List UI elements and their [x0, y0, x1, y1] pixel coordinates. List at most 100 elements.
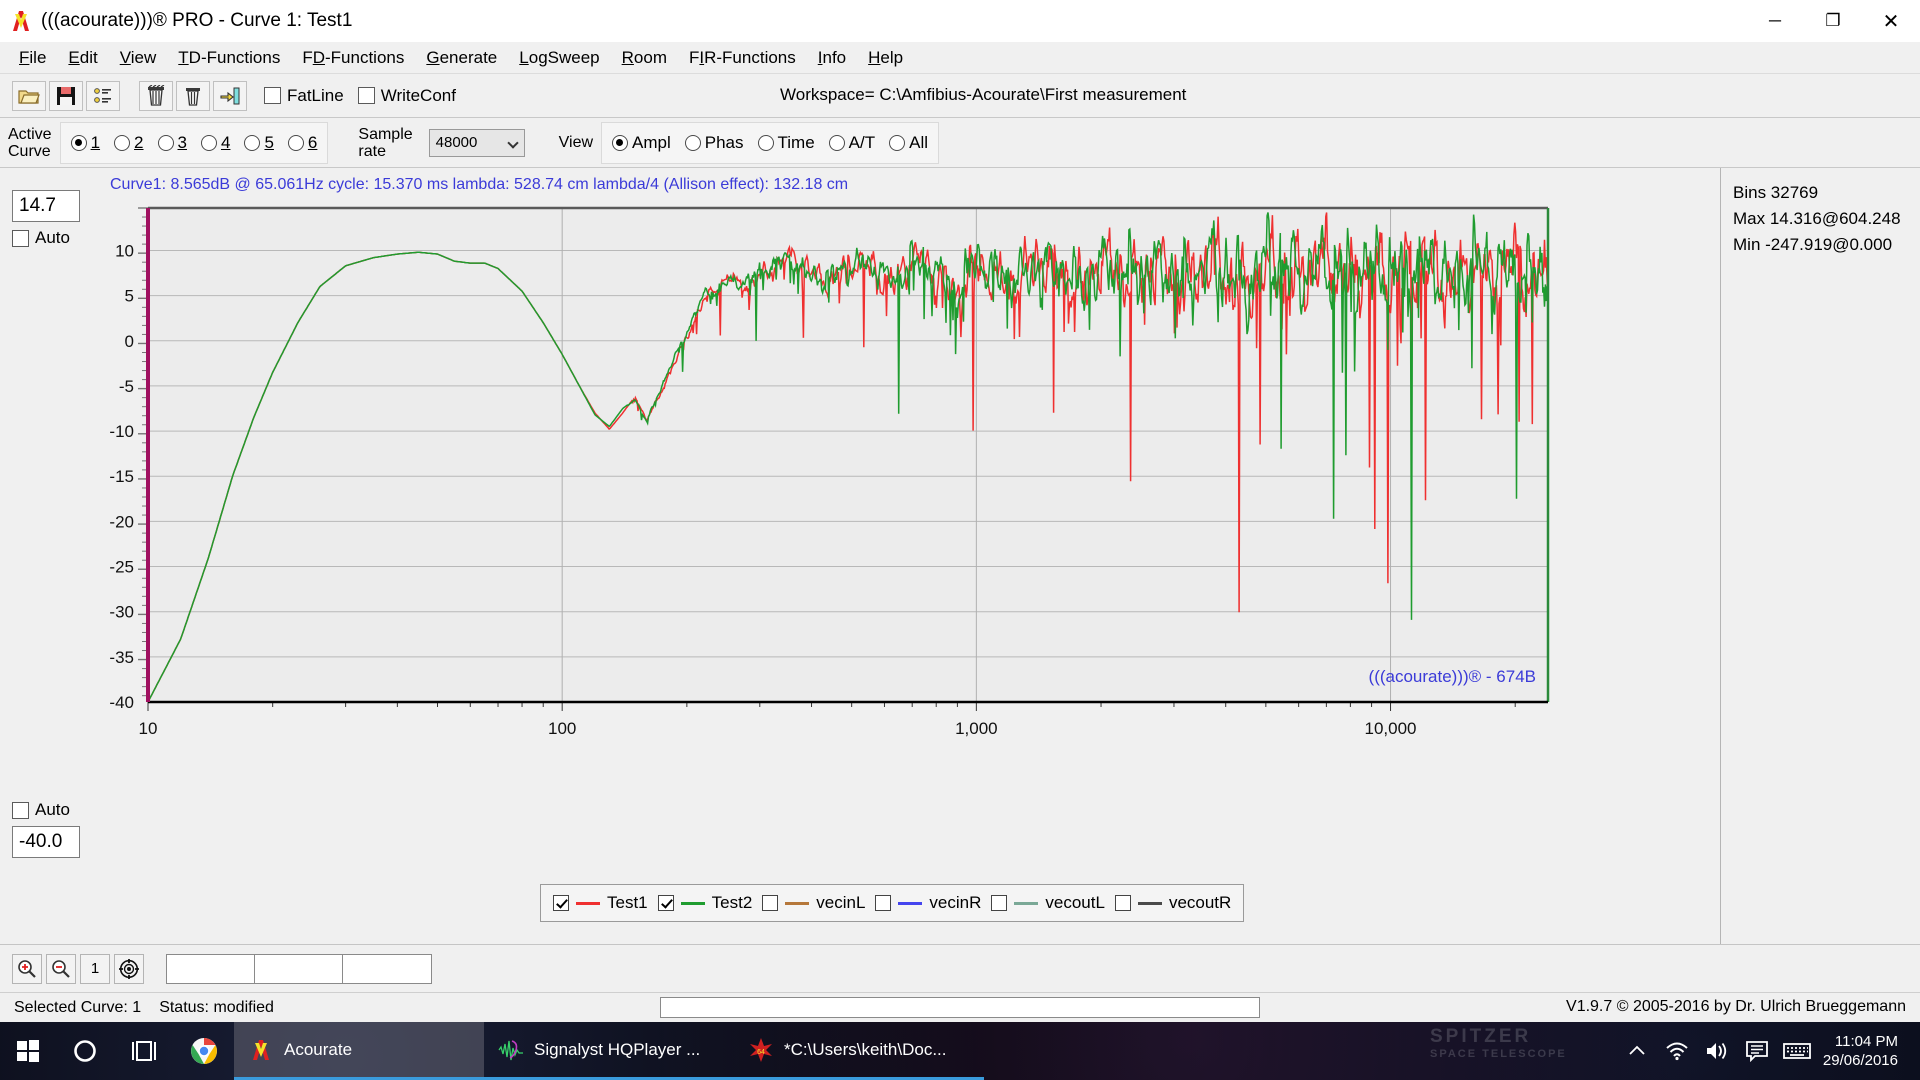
crosshair-target-button[interactable] — [114, 954, 144, 984]
legend-item-test1[interactable]: Test1 — [553, 893, 648, 913]
fatline-checkbox-wrapper[interactable]: FatLine — [264, 86, 344, 106]
close-button[interactable]: ✕ — [1862, 0, 1920, 42]
taskbar-app-foobar[interactable]: 64 *C:\Users\keith\Doc... — [734, 1022, 984, 1080]
radio-curve-3[interactable]: 3 — [158, 133, 187, 153]
radio-curve-4[interactable]: 4 — [201, 133, 230, 153]
legend-color-vecoutr — [1138, 902, 1162, 905]
legend-checkbox-vecinl[interactable] — [762, 895, 778, 911]
radio-view-phas-circle[interactable] — [685, 135, 701, 151]
radio-curve-6-circle[interactable] — [288, 135, 304, 151]
coordinate-field-2[interactable] — [255, 955, 343, 983]
coordinate-fields — [166, 954, 432, 984]
save-file-button[interactable] — [49, 81, 83, 111]
y-min-input[interactable]: -40.0 — [12, 826, 80, 858]
volume-icon[interactable] — [1697, 1022, 1737, 1080]
writeconf-checkbox[interactable] — [358, 87, 375, 104]
menu-help[interactable]: Help — [857, 45, 914, 71]
keyboard-icon[interactable] — [1777, 1022, 1817, 1080]
active-curve-label: Active Curve — [8, 126, 52, 160]
maximize-button[interactable]: ❐ — [1804, 0, 1862, 42]
radio-view-at-circle[interactable] — [829, 135, 845, 151]
writeconf-checkbox-wrapper[interactable]: WriteConf — [358, 86, 456, 106]
zoom-in-button[interactable] — [12, 954, 42, 984]
legend-color-vecinl — [785, 902, 809, 905]
menu-bar: File Edit View TD-Functions FD-Functions… — [0, 42, 1920, 74]
menu-file[interactable]: File — [8, 45, 57, 71]
acourate-application-window: (((acourate)))® PRO - Curve 1: Test1 ─ ❐… — [0, 0, 1920, 1022]
y-min-auto-checkbox[interactable] — [12, 802, 29, 819]
sample-rate-select[interactable]: 48000 — [429, 129, 525, 157]
properties-list-button[interactable] — [86, 81, 120, 111]
foobar-taskbar-icon: 64 — [748, 1037, 774, 1063]
task-view-button[interactable] — [114, 1022, 174, 1080]
menu-td-functions[interactable]: TD-Functions — [167, 45, 291, 71]
radio-curve-5[interactable]: 5 — [244, 133, 273, 153]
menu-fd-functions[interactable]: FD-Functions — [291, 45, 415, 71]
open-file-button[interactable] — [12, 81, 46, 111]
menu-room[interactable]: Room — [611, 45, 678, 71]
chrome-taskbar-icon[interactable] — [174, 1022, 234, 1080]
delete-all-button[interactable] — [139, 81, 173, 111]
legend-checkbox-vecoutl[interactable] — [991, 895, 1007, 911]
legend-checkbox-test2[interactable] — [658, 895, 674, 911]
legend-checkbox-vecoutr[interactable] — [1115, 895, 1131, 911]
coordinate-field-3[interactable] — [343, 955, 431, 983]
radio-curve-5-circle[interactable] — [244, 135, 260, 151]
legend-item-vecinl[interactable]: vecinL — [762, 893, 865, 913]
main-content-area: 14.7 Auto Auto -40.0 Curve1: 8.565dB @ 6… — [0, 168, 1920, 944]
pointer-hand-button[interactable] — [213, 81, 247, 111]
radio-curve-6[interactable]: 6 — [288, 133, 317, 153]
radio-view-time[interactable]: Time — [758, 133, 815, 153]
legend-item-vecoutr[interactable]: vecoutR — [1115, 893, 1231, 913]
minimize-button[interactable]: ─ — [1746, 0, 1804, 42]
radio-view-phas[interactable]: Phas — [685, 133, 744, 153]
windows-start-button[interactable] — [0, 1022, 56, 1080]
sample-rate-label-line1: Sample — [358, 126, 412, 143]
action-center-icon[interactable] — [1737, 1022, 1777, 1080]
menu-logsweep[interactable]: LogSweep — [508, 45, 610, 71]
delete-button[interactable] — [176, 81, 210, 111]
legend-checkbox-test1[interactable] — [553, 895, 569, 911]
workspace-path: Workspace= C:\Amfibius-Acourate\First me… — [780, 85, 1186, 105]
y-max-auto-wrapper[interactable]: Auto — [12, 228, 80, 248]
y-max-input[interactable]: 14.7 — [12, 190, 80, 222]
menu-generate[interactable]: Generate — [415, 45, 508, 71]
y-min-auto-wrapper[interactable]: Auto — [12, 800, 80, 820]
svg-text:-15: -15 — [109, 467, 134, 486]
menu-fir-functions[interactable]: FIR-Functions — [678, 45, 807, 71]
radio-curve-4-circle[interactable] — [201, 135, 217, 151]
cortana-search-button[interactable] — [56, 1022, 114, 1080]
radio-view-ampl[interactable]: Ampl — [612, 133, 671, 153]
legend-item-test2[interactable]: Test2 — [658, 893, 753, 913]
frequency-response-plot[interactable]: 1050-5-10-15-20-25-30-35-40101001,00010,… — [88, 200, 1578, 760]
chevron-up-icon[interactable] — [1617, 1022, 1657, 1080]
menu-view[interactable]: View — [109, 45, 168, 71]
radio-view-all[interactable]: All — [889, 133, 928, 153]
y-max-auto-checkbox[interactable] — [12, 230, 29, 247]
legend-item-vecoutl[interactable]: vecoutL — [991, 893, 1105, 913]
radio-curve-1[interactable]: 1 — [71, 133, 100, 153]
taskbar-clock[interactable]: 11:04 PM 29/06/2016 — [1817, 1032, 1912, 1070]
radio-view-time-circle[interactable] — [758, 135, 774, 151]
radio-curve-1-circle[interactable] — [71, 135, 87, 151]
radio-view-ampl-circle[interactable] — [612, 135, 628, 151]
wifi-icon[interactable] — [1657, 1022, 1697, 1080]
radio-view-at[interactable]: A/T — [829, 133, 875, 153]
zoom-level-button[interactable]: 1 — [80, 954, 110, 984]
radio-curve-2-circle[interactable] — [114, 135, 130, 151]
y-scale-controls: 14.7 Auto Auto -40.0 — [0, 168, 88, 944]
y-min-auto-label: Auto — [35, 800, 70, 820]
legend-item-vecinr[interactable]: vecinR — [875, 893, 981, 913]
taskbar-app-hqplayer[interactable]: Signalyst HQPlayer ... — [484, 1022, 734, 1080]
taskbar-app-acourate[interactable]: Acourate — [234, 1022, 484, 1080]
menu-info[interactable]: Info — [807, 45, 857, 71]
menu-edit[interactable]: Edit — [57, 45, 108, 71]
radio-view-all-circle[interactable] — [889, 135, 905, 151]
radio-curve-3-circle[interactable] — [158, 135, 174, 151]
radio-curve-2[interactable]: 2 — [114, 133, 143, 153]
legend-checkbox-vecinr[interactable] — [875, 895, 891, 911]
fatline-checkbox[interactable] — [264, 87, 281, 104]
title-bar: (((acourate)))® PRO - Curve 1: Test1 ─ ❐… — [0, 0, 1920, 42]
coordinate-field-1[interactable] — [167, 955, 255, 983]
zoom-out-button[interactable] — [46, 954, 76, 984]
